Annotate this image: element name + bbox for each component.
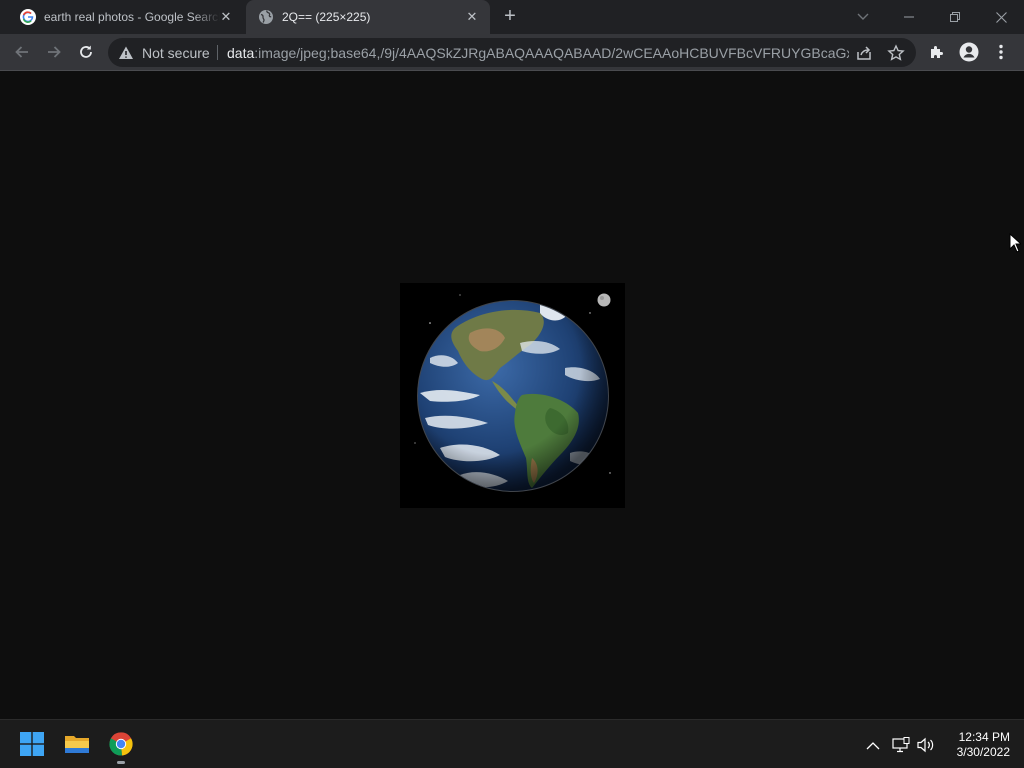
restore-button[interactable] [932, 0, 978, 34]
taskbar: 12:34 PM 3/30/2022 [0, 719, 1024, 768]
tab-google-search[interactable]: earth real photos - Google Search ✕ [8, 0, 244, 34]
reload-icon [80, 45, 92, 58]
browser-toolbar: Not secure data:image/jpeg;base64,/9j/4A… [0, 34, 1024, 71]
back-button[interactable] [7, 37, 37, 67]
profile-icon [959, 42, 979, 62]
page-viewport [0, 71, 1024, 719]
divider [217, 45, 218, 60]
extensions-button[interactable] [922, 37, 952, 67]
chevron-up-icon [866, 741, 880, 749]
extensions-icon [931, 46, 943, 58]
restore-icon [950, 12, 960, 22]
running-indicator [117, 761, 125, 764]
system-clock[interactable]: 12:34 PM 3/30/2022 [944, 730, 1010, 760]
forward-button[interactable] [39, 37, 69, 67]
back-icon [15, 46, 28, 58]
close-icon [995, 11, 1007, 23]
network-button[interactable] [891, 735, 911, 755]
tab-close-icon[interactable]: ✕ [464, 9, 480, 25]
tab-search-icon [857, 13, 869, 20]
tab-search-button[interactable] [840, 0, 886, 34]
windows-start-icon [20, 732, 44, 756]
clock-date: 3/30/2022 [956, 745, 1010, 759]
star-icon[interactable] [887, 44, 905, 62]
new-tab-button[interactable]: + [498, 5, 522, 29]
url-text[interactable]: data:image/jpeg;base64,/9j/4AAQSkZJRgABA… [227, 45, 849, 61]
google-icon [20, 9, 36, 25]
globe-icon [259, 10, 273, 24]
tab-title: 2Q== (225×225) [282, 10, 371, 24]
share-icon[interactable] [855, 44, 873, 62]
minimize-button[interactable] [886, 0, 932, 34]
mouse-cursor-icon [1009, 233, 1021, 253]
address-bar[interactable]: Not secure data:image/jpeg;base64,/9j/4A… [108, 38, 916, 67]
warning-icon[interactable] [118, 45, 134, 61]
tab-strip: earth real photos - Google Search ✕ 2Q==… [0, 0, 1024, 34]
tab-image[interactable]: 2Q== (225×225) ✕ [246, 0, 490, 34]
url-scheme: data [227, 45, 255, 61]
tab-close-icon[interactable]: ✕ [218, 9, 234, 25]
volume-icon [917, 737, 934, 753]
tab-title: earth real photos - Google Search [44, 10, 220, 24]
menu-icon [999, 44, 1003, 60]
start-button[interactable] [18, 730, 46, 758]
security-label[interactable]: Not secure [142, 45, 210, 61]
file-explorer-button[interactable] [63, 730, 91, 758]
earth-image[interactable] [400, 283, 625, 508]
close-window-button[interactable] [978, 0, 1024, 34]
file-explorer-icon [65, 736, 89, 753]
earth-photo [400, 283, 625, 508]
url-rest: :image/jpeg;base64,/9j/4AAQSkZJRgABAQAAA… [254, 45, 849, 61]
volume-button[interactable] [916, 735, 936, 755]
network-icon [892, 737, 910, 753]
profile-button[interactable] [954, 37, 984, 67]
chrome-taskbar-button[interactable] [107, 730, 135, 758]
show-hidden-icons-button[interactable] [863, 735, 883, 755]
minimize-icon [904, 16, 914, 18]
menu-button[interactable] [986, 37, 1016, 67]
forward-icon [48, 46, 61, 58]
chrome-icon [109, 732, 133, 756]
clock-time: 12:34 PM [958, 730, 1010, 744]
reload-button[interactable] [71, 37, 101, 67]
